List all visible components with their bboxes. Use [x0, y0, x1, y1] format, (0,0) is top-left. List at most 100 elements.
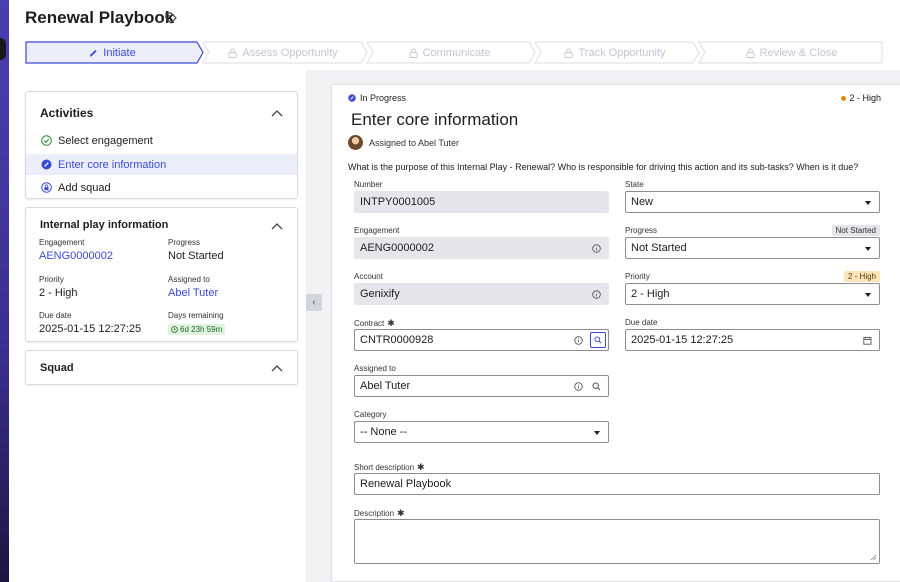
clock-icon — [171, 326, 178, 333]
days-remaining-value: 6d 23h 59m — [180, 325, 223, 334]
days-remaining-badge: 6d 23h 59m — [168, 324, 226, 335]
activities-card: Activities Select engagement Enter core … — [25, 91, 298, 199]
progress-status-badge: Not Started — [831, 225, 880, 236]
chevron-left-icon: ‹ — [312, 297, 316, 308]
chevron-up-icon[interactable] — [271, 109, 283, 117]
due-date-field[interactable]: 2025-01-15 12:27:25 — [625, 329, 880, 351]
assigned-to-label: Assigned to — [168, 275, 210, 284]
engagement-link[interactable]: AENG0000002 — [39, 250, 113, 262]
state-value: New — [631, 196, 654, 208]
check-circle-icon — [41, 135, 52, 146]
page-title: Renewal Playbook — [25, 8, 175, 27]
priority-label: Priority — [625, 272, 650, 281]
progress-value: Not Started — [168, 250, 224, 262]
collapse-panel-button[interactable]: ‹ — [306, 294, 322, 311]
activity-select-engagement[interactable]: Select engagement — [26, 130, 297, 151]
caret-down-icon — [865, 201, 871, 205]
state-badge-label: In Progress — [360, 93, 407, 103]
internal-play-info-card: Internal play information Engagement AEN… — [25, 207, 298, 342]
due-date-label: Due date — [39, 311, 72, 320]
resize-handle-icon[interactable] — [870, 554, 877, 561]
pencil-circle-icon — [348, 94, 356, 102]
step-assess-opportunity: Assess Opportunity — [203, 41, 363, 64]
description-textarea[interactable] — [354, 519, 880, 564]
short-description-field[interactable]: Renewal Playbook — [354, 473, 880, 495]
number-value: INTPY0001005 — [360, 196, 436, 208]
lock-icon — [746, 48, 755, 58]
assigned-line-text: Assigned to Abel Tuter — [369, 137, 460, 148]
progress-select[interactable]: Not Started — [625, 237, 880, 259]
progress-label: Progress — [168, 238, 201, 247]
pencil-icon — [90, 49, 97, 57]
info-icon[interactable] — [574, 336, 583, 345]
step-label: Initiate — [103, 46, 136, 59]
search-icon[interactable] — [592, 382, 601, 391]
assigned-to-field[interactable]: Abel Tuter — [354, 375, 609, 397]
form-title: Enter core information — [351, 110, 519, 129]
info-icon[interactable] — [574, 382, 583, 391]
priority-level-badge: 2 - High — [843, 271, 880, 282]
panel-divider — [306, 70, 314, 582]
number-field: INTPY0001005 — [354, 191, 609, 213]
contract-label: Contract ✱ — [354, 318, 395, 329]
due-date-value: 2025-01-15 12:27:25 — [631, 334, 734, 346]
step-review-close: Review & Close — [700, 41, 883, 64]
step-track-opportunity: Track Opportunity — [535, 41, 695, 64]
short-description-value: Renewal Playbook — [360, 478, 452, 490]
lock-icon — [409, 48, 418, 58]
short-description-label-text: Short description — [354, 463, 415, 472]
assigned-to-link[interactable]: Abel Tuter — [168, 287, 218, 299]
engagement-label: Engagement — [354, 226, 400, 235]
priority-badge: 2 - High — [841, 93, 881, 103]
tag-icon[interactable] — [164, 11, 178, 25]
state-badge: In Progress — [348, 93, 406, 103]
due-date-value: 2025-01-15 12:27:25 — [39, 323, 142, 335]
chevron-up-icon[interactable] — [271, 364, 283, 372]
info-icon[interactable] — [592, 244, 601, 253]
step-initiate[interactable]: Initiate — [25, 41, 200, 64]
progress-value: Not Started — [631, 242, 687, 254]
activity-enter-core-information[interactable]: Enter core information — [26, 154, 297, 175]
state-label: State — [625, 180, 644, 189]
form-panel: In Progress 2 - High Enter core informat… — [331, 84, 900, 582]
contract-field[interactable]: CNTR0000928 — [354, 329, 609, 351]
account-label: Account — [354, 272, 383, 281]
engagement-field: AENG0000002 — [354, 237, 609, 259]
activity-label: Select engagement — [58, 134, 153, 147]
days-remaining-label: Days remaining — [168, 311, 224, 320]
nav-rail-handle[interactable] — [0, 38, 6, 60]
lock-icon — [228, 48, 237, 58]
engagement-value: AENG0000002 — [360, 242, 434, 254]
activity-label: Enter core information — [58, 158, 167, 171]
assigned-to-label: Assigned to — [354, 364, 396, 373]
step-label: Track Opportunity — [578, 46, 666, 59]
caret-down-icon — [865, 247, 871, 251]
priority-value: 2 - High — [631, 288, 670, 300]
number-label: Number — [354, 180, 383, 189]
priority-select[interactable]: 2 - High — [625, 283, 880, 305]
contract-label-text: Contract — [354, 319, 385, 328]
priority-dot-icon — [841, 95, 847, 101]
short-description-label: Short description ✱ — [354, 462, 425, 473]
squad-title: Squad — [40, 362, 74, 374]
step-label: Communicate — [422, 46, 491, 59]
category-value: -- None -- — [360, 426, 408, 438]
progress-label: Progress — [625, 226, 658, 235]
info-icon[interactable] — [592, 290, 601, 299]
app-nav-rail — [0, 0, 9, 582]
step-label: Assess Opportunity — [242, 46, 338, 59]
category-select[interactable]: -- None -- — [354, 421, 609, 443]
priority-label: Priority — [39, 275, 64, 284]
activity-add-squad[interactable]: Add squad — [26, 177, 297, 198]
engagement-label: Engagement — [39, 238, 85, 247]
activities-title: Activities — [40, 106, 94, 120]
priority-value: 2 - High — [39, 287, 78, 299]
contract-lookup-button[interactable] — [590, 332, 606, 348]
chevron-up-icon[interactable] — [271, 222, 283, 230]
calendar-icon[interactable] — [863, 336, 872, 345]
priority-badge-label: 2 - High — [849, 93, 881, 103]
pencil-circle-icon — [41, 159, 52, 170]
avatar — [348, 135, 363, 150]
state-select[interactable]: New — [625, 191, 880, 213]
step-communicate: Communicate — [367, 41, 532, 64]
